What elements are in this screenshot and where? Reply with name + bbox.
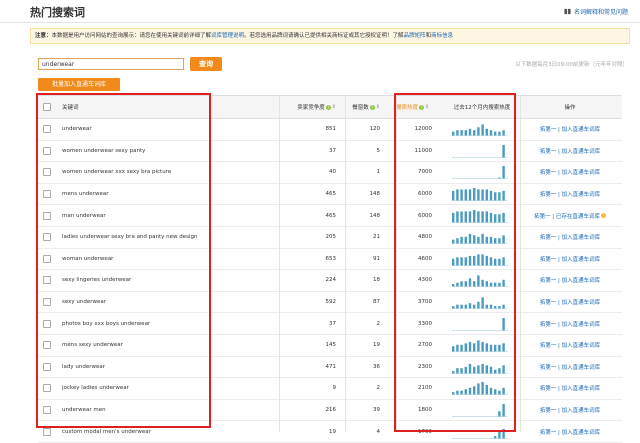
bids-cell: 1: [376, 169, 381, 176]
ops-link[interactable]: 拓第一 | 加入直通车词库: [540, 341, 600, 349]
competition-cell: 471: [325, 363, 337, 370]
header-bids[interactable]: 餐窗数? ⇕: [344, 96, 380, 118]
bids-cell: 148: [369, 191, 381, 198]
notice-link-rules[interactable]: 词库管理说明: [211, 33, 244, 39]
book-icon: [564, 8, 571, 15]
notice-text-2: 。若您选用品牌词请确认已提供相关商标证或其它授权证明！了解: [244, 33, 404, 39]
ops-cell[interactable]: 拓第一 | 加入直通车词库: [524, 119, 616, 140]
bids-cell: 2: [376, 320, 381, 327]
highlight-box-keywords: [36, 93, 211, 428]
column-divider: [520, 95, 521, 432]
ops-link[interactable]: 拓第一 | 加入直通车词库: [540, 255, 600, 263]
ops-cell[interactable]: 拓第一 | 加入直通车词库: [524, 292, 616, 313]
competition-cell: 37: [329, 147, 336, 154]
bids-cell: 5: [376, 147, 381, 154]
help-link[interactable]: 名词解释和常见问题: [564, 7, 628, 16]
notice-text: 本数据是用户访问网站的查询展示：请您在使用关键词前详细了解: [51, 33, 212, 39]
bids-cell: 19: [373, 342, 380, 349]
ops-link[interactable]: 拓第一 | 已存在直通车词库: [534, 212, 600, 220]
notice-link-brand[interactable]: 品牌矩阵: [404, 33, 426, 39]
page-header: 热门搜索词 名词解释和常见问题: [0, 0, 640, 23]
competition-cell: 145: [325, 342, 337, 349]
ops-link[interactable]: 拓第一 | 加入直通车词库: [540, 147, 600, 155]
bids-cell: 21: [373, 234, 380, 241]
ops-link[interactable]: 拓第一 | 加入直通车词库: [540, 233, 600, 241]
update-note: 以下数据每月3日09:00前更新（元年年对照）: [515, 62, 628, 68]
competition-cell: 9: [332, 385, 337, 392]
ops-cell[interactable]: 拓第一 | 加入直通车词库: [524, 400, 616, 421]
notice-label: 注意：: [35, 33, 52, 39]
competition-cell: 653: [325, 255, 337, 262]
batch-add-button[interactable]: 批量加入直通车词库: [38, 78, 120, 91]
ops-link[interactable]: 拓第一 | 加入直通车词库: [540, 168, 600, 176]
competition-cell: 216: [325, 407, 337, 414]
help-icon[interactable]: ?: [369, 104, 375, 110]
ops-link[interactable]: 拓第一 | 加入直通车词库: [540, 384, 600, 392]
competition-cell: 465: [325, 191, 337, 198]
competition-cell: 851: [325, 126, 337, 133]
notice-link-trademark[interactable]: 商标信息: [431, 33, 453, 39]
sort-icon[interactable]: ⇕: [332, 104, 336, 110]
bids-cell: 39: [373, 407, 380, 414]
ops-link[interactable]: 拓第一 | 加入直通车词库: [540, 363, 600, 371]
ops-cell[interactable]: 拓第一 | 已存在直通车词库?: [524, 205, 616, 226]
column-divider: [279, 95, 280, 432]
bids-cell: 87: [373, 299, 380, 306]
header-ops: 操作: [564, 105, 576, 111]
competition-cell: 592: [325, 299, 337, 306]
competition-cell: 205: [325, 234, 337, 241]
bids-cell: 36: [373, 363, 380, 370]
header-competition[interactable]: 卖家竞争度? ⇕: [278, 96, 336, 118]
competition-cell: 40: [329, 169, 336, 176]
info-icon[interactable]: ?: [600, 213, 606, 219]
ops-cell[interactable]: 拓第一 | 加入直通车词库: [524, 249, 616, 270]
search-input[interactable]: underwear: [38, 58, 184, 70]
bids-cell: 18: [373, 277, 380, 284]
page-title: 热门搜索词: [30, 6, 85, 19]
header-bids-label: 餐窗数: [352, 105, 369, 111]
ops-link[interactable]: 拓第一 | 加入直通车词库: [540, 125, 600, 133]
competition-cell: 465: [325, 212, 337, 219]
notice-banner: 注意：本数据是用户访问网站的查询展示：请您在使用关键词前详细了解词库管理说明。若…: [30, 28, 630, 44]
ops-link[interactable]: 拓第一 | 加入直通车词库: [540, 276, 600, 284]
ops-cell[interactable]: 拓第一 | 加入直通车词库: [524, 313, 616, 334]
ops-cell[interactable]: 拓第一 | 加入直通车词库: [524, 141, 616, 162]
sort-icon[interactable]: ⇕: [376, 104, 380, 110]
ops-link[interactable]: 拓第一 | 加入直通车词库: [540, 320, 600, 328]
ops-link[interactable]: 拓第一 | 加入直通车词库: [540, 406, 600, 414]
bids-cell: 120: [369, 126, 381, 133]
competition-cell: 37: [329, 320, 336, 327]
bids-cell: 2: [376, 385, 381, 392]
ops-cell[interactable]: 拓第一 | 加入直通车词库: [524, 378, 616, 399]
ops-cell[interactable]: 拓第一 | 加入直通车词库: [524, 335, 616, 356]
ops-cell[interactable]: 拓第一 | 加入直通车词库: [524, 227, 616, 248]
ops-cell[interactable]: 拓第一 | 加入直通车词库: [524, 357, 616, 378]
ops-cell[interactable]: 拓第一 | 加入直通车词库: [524, 184, 616, 205]
column-divider: [345, 95, 346, 432]
highlight-box-heat: [394, 93, 516, 432]
help-icon[interactable]: ?: [325, 104, 331, 110]
ops-link[interactable]: 拓第一 | 加入直通车词库: [540, 298, 600, 306]
header-competition-label: 卖家竞争度: [297, 105, 325, 111]
competition-cell: 224: [325, 277, 337, 284]
search-button[interactable]: 查询: [190, 57, 222, 71]
bids-cell: 148: [369, 212, 381, 219]
ops-link[interactable]: 拓第一 | 加入直通车词库: [540, 190, 600, 198]
ops-cell[interactable]: 拓第一 | 加入直通车词库: [524, 270, 616, 291]
bids-cell: 91: [373, 255, 380, 262]
help-link-label: 名词解释和常见问题: [573, 9, 628, 16]
ops-cell[interactable]: 拓第一 | 加入直通车词库: [524, 162, 616, 183]
